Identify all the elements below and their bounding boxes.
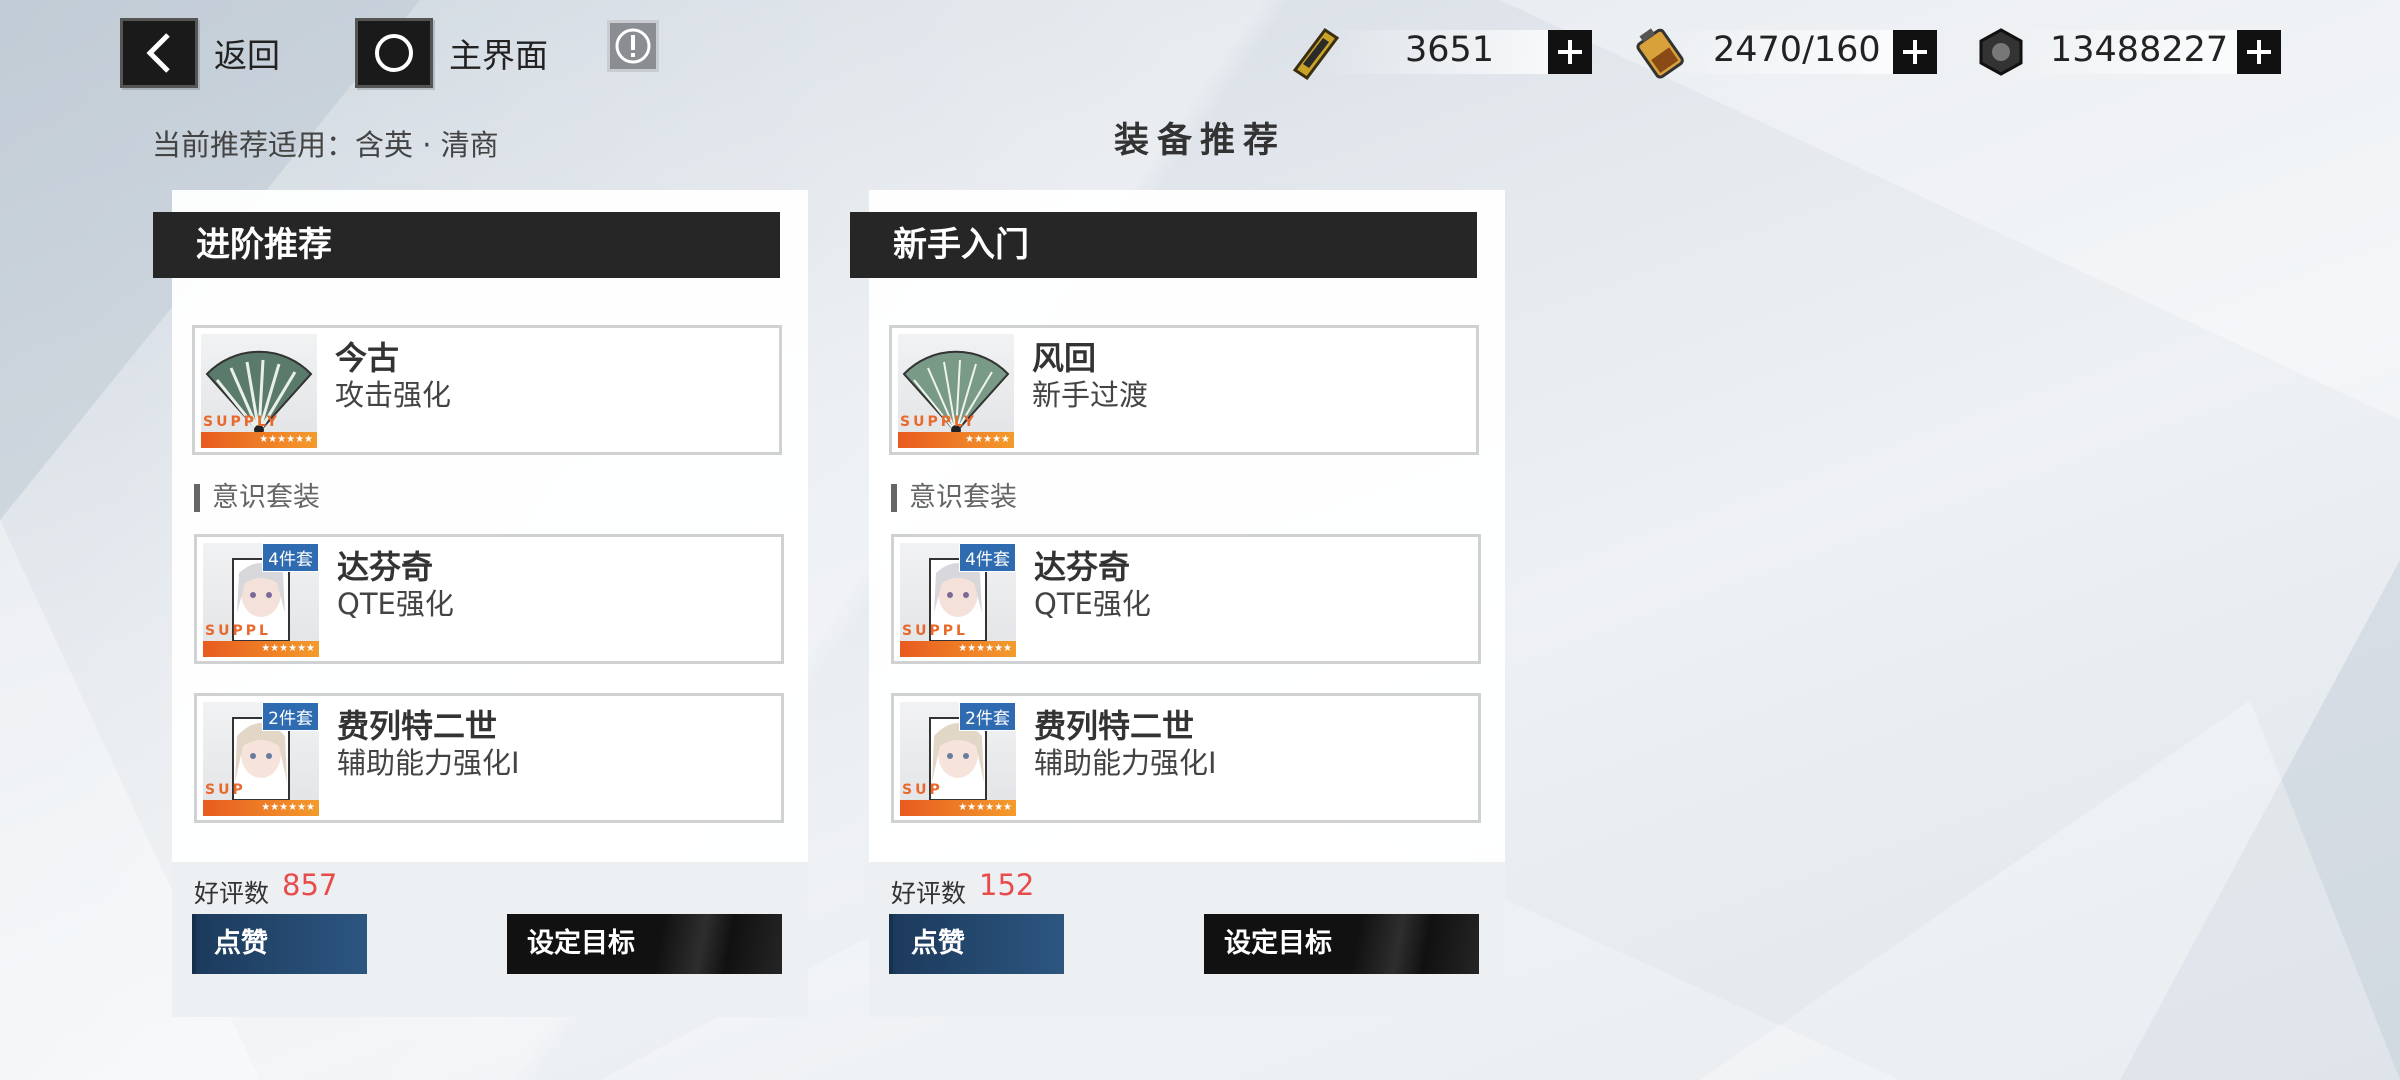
supply-tag: SUPPL	[205, 623, 271, 639]
stamina-battery-icon	[1636, 28, 1684, 79]
set-count-badge: 2件套	[262, 702, 319, 731]
set-count-badge: 2件套	[959, 702, 1016, 731]
stigmata-set-item[interactable]: 4件套 SUPPL ★★★★★★ 达芬奇 QTE强化	[194, 534, 784, 664]
weapon-item[interactable]: SUPPLY ★★★★★ 风回 新手过渡	[889, 325, 1479, 455]
weapon-item[interactable]: SUPPLY ★★★★★★ 今古 攻击强化	[192, 325, 782, 455]
rarity-stars: ★★★★★	[898, 432, 1014, 448]
weapon-thumbnail: SUPPLY ★★★★★★	[201, 334, 317, 448]
stigmata-set-item[interactable]: 2件套 SUP ★★★★★★ 费列特二世 辅助能力强化Ⅰ	[194, 693, 784, 823]
coin-add-button[interactable]	[2237, 30, 2281, 74]
set-count-badge: 4件套	[262, 543, 319, 572]
supply-tag: SUPPLY	[900, 414, 977, 430]
stigmata-desc: QTE强化	[1034, 587, 1151, 621]
stamina-value: 2470/160	[1713, 30, 1881, 70]
ticket-value: 3651	[1405, 30, 1495, 70]
card-title: 新手入门	[850, 212, 1477, 278]
stigmata-section-label: 意识套装	[194, 484, 320, 512]
card-title: 进阶推荐	[153, 212, 780, 278]
rarity-stars: ★★★★★★	[203, 641, 319, 657]
stigmata-section-label: 意识套装	[891, 484, 1017, 512]
stigmata-thumbnail: 4件套 SUPPL ★★★★★★	[900, 543, 1016, 657]
plus-icon	[1558, 40, 1582, 64]
stigmata-set-item[interactable]: 2件套 SUP ★★★★★★ 费列特二世 辅助能力强化Ⅰ	[891, 693, 1481, 823]
rarity-stars: ★★★★★★	[900, 800, 1016, 816]
character-subtitle: 当前推荐适用：含英 · 清商	[152, 128, 499, 162]
like-button[interactable]: 点赞	[192, 914, 367, 974]
recommendation-card-advanced: 进阶推荐 SUPPLY ★★★★★★ 今古 攻击强化 意识套装 4件套 SUPP…	[153, 190, 808, 1017]
fan-weapon-icon	[205, 350, 313, 435]
page-title: 装备推荐	[1114, 121, 1287, 161]
stigmata-desc: QTE强化	[337, 587, 454, 621]
stigmata-set-item[interactable]: 4件套 SUPPL ★★★★★★ 达芬奇 QTE强化	[891, 534, 1481, 664]
rarity-stars: ★★★★★★	[201, 432, 317, 448]
home-label: 主界面	[449, 36, 548, 75]
set-goal-button[interactable]: 设定目标	[507, 914, 782, 974]
likes-count: 857	[282, 868, 338, 902]
weapon-thumbnail: SUPPLY ★★★★★	[898, 334, 1014, 448]
fan-weapon-icon	[902, 350, 1010, 435]
supply-tag: SUP	[205, 782, 246, 798]
rarity-stars: ★★★★★★	[203, 800, 319, 816]
coin-icon	[1979, 28, 2023, 76]
likes-label: 好评数	[891, 879, 967, 908]
weapon-desc: 攻击强化	[335, 378, 452, 412]
back-button[interactable]: 返回	[120, 18, 280, 88]
set-goal-button[interactable]: 设定目标	[1204, 914, 1479, 974]
supply-tag: SUPPLY	[203, 414, 280, 430]
stamina-add-button[interactable]	[1893, 30, 1937, 74]
stigmata-desc: 辅助能力强化Ⅰ	[1034, 746, 1217, 780]
stigmata-thumbnail: 2件套 SUP ★★★★★★	[900, 702, 1016, 816]
ticket-add-button[interactable]	[1548, 30, 1592, 74]
coin-value: 13488227	[2050, 30, 2229, 70]
ticket-icon	[1292, 27, 1340, 80]
likes-count: 152	[979, 868, 1035, 902]
stigmata-thumbnail: 4件套 SUPPL ★★★★★★	[203, 543, 319, 657]
recommendation-card-beginner: 新手入门 SUPPLY ★★★★★ 风回 新手过渡 意识套装 4件套 SUPPL…	[850, 190, 1505, 1017]
weapon-desc: 新手过渡	[1032, 378, 1149, 412]
home-button[interactable]: 主界面	[355, 18, 548, 88]
like-button[interactable]: 点赞	[889, 914, 1064, 974]
supply-tag: SUPPL	[902, 623, 968, 639]
alert-icon	[615, 28, 651, 64]
alert-button[interactable]	[607, 20, 659, 72]
stigmata-thumbnail: 2件套 SUP ★★★★★★	[203, 702, 319, 816]
plus-icon	[2247, 40, 2271, 64]
stigmata-desc: 辅助能力强化Ⅰ	[337, 746, 520, 780]
plus-icon	[1903, 40, 1927, 64]
chevron-left-icon	[120, 18, 198, 88]
home-circle-icon	[355, 18, 433, 88]
back-label: 返回	[214, 36, 280, 75]
set-count-badge: 4件套	[959, 543, 1016, 572]
likes-label: 好评数	[194, 879, 270, 908]
rarity-stars: ★★★★★★	[900, 641, 1016, 657]
supply-tag: SUP	[902, 782, 943, 798]
